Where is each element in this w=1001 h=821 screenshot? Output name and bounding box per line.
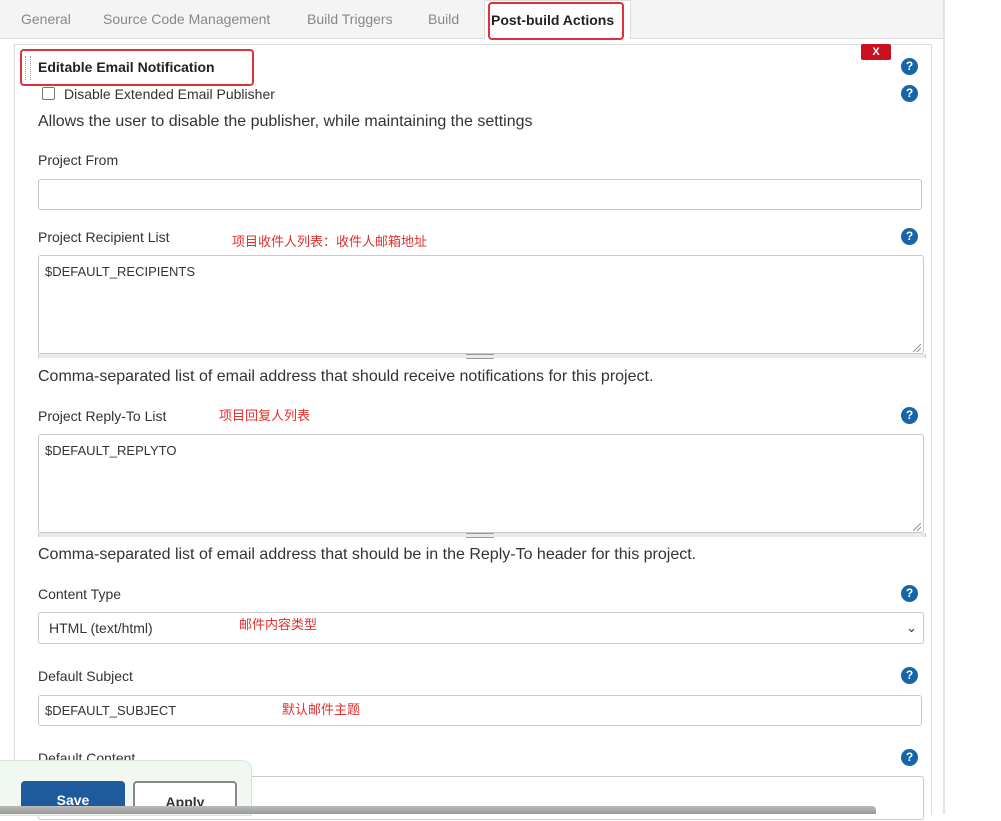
chevron-down-icon: ⌄ [906,620,917,635]
reply-to-textarea[interactable]: $DEFAULT_REPLYTO [38,434,924,533]
tab-general[interactable]: General [21,0,71,38]
reply-to-resize-corner-icon[interactable] [913,523,921,531]
default-subject-annotation: 默认邮件主题 [282,702,361,717]
disable-publisher-checkbox[interactable] [42,87,55,100]
recipient-resize-grip-icon[interactable] [466,354,494,359]
section-title: Editable Email Notification [38,59,215,75]
help-icon-section[interactable]: ? [901,58,918,75]
help-icon-default-subject[interactable]: ? [901,667,918,684]
delete-section-button[interactable]: X [861,44,891,60]
help-icon-disable-publisher[interactable]: ? [901,85,918,102]
recipient-resize-corner-icon[interactable] [913,344,921,352]
help-icon-recipient-list[interactable]: ? [901,228,918,245]
tab-build[interactable]: Build [428,0,459,38]
help-icon-default-content[interactable]: ? [901,749,918,766]
default-subject-input[interactable]: $DEFAULT_SUBJECT [38,695,922,726]
reply-to-description: Comma-separated list of email address th… [38,546,697,563]
recipient-list-annotation: 项目收件人列表：收件人邮箱地址 [232,234,428,249]
recipient-list-description: Comma-separated list of email address th… [38,368,654,385]
help-icon-content-type[interactable]: ? [901,585,918,602]
drag-handle-icon[interactable] [25,56,31,80]
horizontal-scrollbar[interactable] [0,806,876,814]
content-type-select[interactable]: HTML (text/html) ⌄ [38,612,924,644]
project-from-input[interactable] [38,179,922,210]
config-tab-bar: General Source Code Management Build Tri… [0,0,945,39]
page-edge [943,0,945,814]
content-type-annotation: 邮件内容类型 [239,617,318,632]
tab-build-triggers[interactable]: Build Triggers [307,0,393,38]
disable-publisher-description: Allows the user to disable the publisher… [38,113,533,130]
disable-publisher-label: Disable Extended Email Publisher [64,86,275,102]
content-type-selected: HTML (text/html) [49,620,153,636]
tab-post-build-actions[interactable]: Post-build Actions [484,0,631,39]
default-subject-label: Default Subject [38,668,133,684]
tab-source-code-management[interactable]: Source Code Management [103,0,270,38]
recipient-list-label: Project Recipient List [38,229,170,245]
reply-to-annotation: 项目回复人列表 [219,408,311,423]
content-type-label: Content Type [38,586,122,602]
reply-to-label: Project Reply-To List [38,408,167,424]
project-from-label: Project From [38,152,119,168]
recipient-list-textarea[interactable]: $DEFAULT_RECIPIENTS [38,255,924,354]
help-icon-reply-to[interactable]: ? [901,407,918,424]
reply-to-resize-grip-icon[interactable] [466,533,494,538]
